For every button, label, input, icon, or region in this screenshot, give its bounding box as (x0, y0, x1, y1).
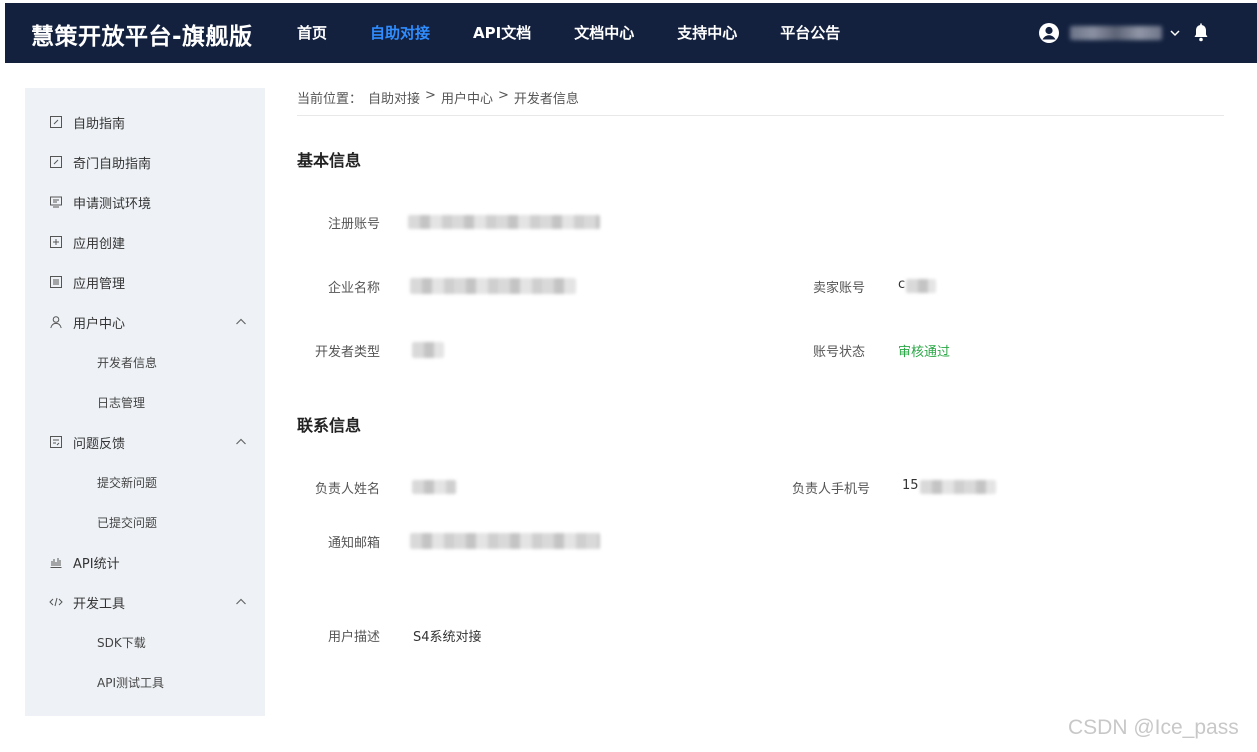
sidebar-subitem-label: API测试工具 (97, 675, 164, 690)
sidebar-item-label: API统计 (73, 556, 120, 572)
nav-home[interactable]: 首页 (297, 3, 327, 63)
sidebar-item-label: 奇门自助指南 (73, 156, 152, 172)
chevron-down-icon[interactable] (1168, 26, 1182, 40)
company-name-value-redacted (410, 278, 576, 294)
breadcrumb-separator: > (425, 88, 436, 103)
chevron-up-icon[interactable] (234, 315, 248, 329)
sidebar-item-user-center[interactable]: 用户中心 (25, 302, 265, 342)
sidebar-item-api-stats[interactable]: API统计 (25, 542, 265, 582)
user-avatar-icon[interactable] (1038, 22, 1060, 44)
sidebar-item-label: 应用创建 (73, 236, 126, 252)
owner-name-value-redacted (412, 480, 456, 494)
sidebar-item-app-manage[interactable]: 应用管理 (25, 262, 265, 302)
sidebar-item-developer-info[interactable]: 开发者信息 (25, 342, 265, 382)
nav-support-center[interactable]: 支持中心 (677, 3, 737, 63)
sidebar-item-qimen-guide[interactable]: 奇门自助指南 (25, 142, 265, 182)
seller-account-value: c (898, 277, 906, 292)
sidebar-subitem-label: 开发者信息 (97, 355, 158, 370)
register-account-value-redacted (408, 215, 600, 229)
description-label: 用户描述 (327, 630, 380, 645)
sidebar-item-label: 用户中心 (73, 316, 126, 332)
account-status-label: 账号状态 (812, 345, 865, 360)
monitor-icon (50, 196, 62, 208)
sidebar-item-label: 申请测试环境 (73, 196, 152, 212)
nav-doc-center[interactable]: 文档中心 (574, 3, 634, 63)
breadcrumb-user-center[interactable]: 用户中心 (441, 88, 493, 107)
sidebar-subitem-label: 提交新问题 (97, 475, 158, 490)
brand-title[interactable]: 慧策开放平台-旗舰版 (31, 17, 253, 51)
sidebar-item-log-manage[interactable]: 日志管理 (25, 382, 265, 422)
sidebar-item-label: 自助指南 (73, 116, 126, 132)
description-value: S4系统对接 (413, 630, 482, 645)
sidebar-item-dev-tools[interactable]: 开发工具 (25, 582, 265, 622)
top-navigation-bar: 慧策开放平台-旗舰版 首页 自助对接 API文档 文档中心 支持中心 平台公告 (5, 3, 1257, 63)
sidebar-item-label: 开发工具 (73, 596, 126, 612)
sidebar-item-sdk-download[interactable]: SDK下载 (25, 622, 265, 662)
bar-chart-icon (50, 558, 62, 568)
code-icon (49, 597, 63, 607)
developer-type-label: 开发者类型 (314, 345, 380, 360)
watermark-text: CSDN @Ice_pass (1068, 716, 1239, 739)
company-name-label: 企业名称 (327, 281, 380, 296)
nav-announcements[interactable]: 平台公告 (780, 3, 840, 63)
edit-square-icon (50, 116, 62, 128)
username-redacted[interactable] (1070, 26, 1162, 40)
nav-api-docs[interactable]: API文档 (473, 3, 531, 63)
feedback-icon (50, 436, 62, 448)
sidebar-item-submit-issue[interactable]: 提交新问题 (25, 462, 265, 502)
main-nav: 首页 自助对接 API文档 文档中心 支持中心 平台公告 (297, 3, 883, 63)
developer-type-value-redacted (412, 342, 444, 358)
user-menu[interactable] (1038, 19, 1210, 47)
edit-square-icon (50, 156, 62, 168)
owner-phone-value: 15 (902, 478, 919, 493)
breadcrumb-current: 开发者信息 (513, 92, 579, 107)
seller-account-label: 卖家账号 (812, 281, 865, 296)
sidebar-item-feedback[interactable]: 问题反馈 (25, 422, 265, 462)
sidebar: 自助指南 奇门自助指南 申请测试环境 应用创建 应用管理 用户中心 开发者信息 … (25, 88, 265, 716)
sidebar-subitem-label: SDK下载 (97, 635, 146, 650)
list-square-icon (50, 276, 62, 288)
breadcrumb-prefix: 当前位置： (297, 92, 363, 107)
breadcrumb-separator: > (497, 88, 509, 103)
seller-account-value-redacted (906, 279, 936, 293)
sidebar-subitem-label: 已提交问题 (97, 515, 158, 530)
register-account-label: 注册账号 (327, 217, 380, 232)
account-status-value: 审核通过 (898, 345, 951, 360)
email-label: 通知邮箱 (327, 536, 380, 551)
breadcrumb: 当前位置： 自助对接 > 用户中心 > 开发者信息 (297, 88, 1224, 116)
owner-phone-label: 负责人手机号 (791, 482, 870, 497)
add-square-icon (50, 236, 62, 248)
sidebar-item-self-guide[interactable]: 自助指南 (25, 102, 265, 142)
basic-info-title: 基本信息 (297, 151, 362, 170)
nav-self-service[interactable]: 自助对接 (370, 3, 430, 63)
chevron-up-icon[interactable] (234, 435, 248, 449)
sidebar-item-submitted-issues[interactable]: 已提交问题 (25, 502, 265, 542)
user-icon (50, 316, 62, 329)
sidebar-item-api-test-tool[interactable]: API测试工具 (25, 662, 265, 702)
chevron-up-icon[interactable] (234, 595, 248, 609)
bell-icon[interactable] (1192, 23, 1210, 43)
sidebar-item-test-env[interactable]: 申请测试环境 (25, 182, 265, 222)
owner-phone-value-redacted (920, 480, 996, 494)
sidebar-item-label: 问题反馈 (73, 436, 126, 452)
sidebar-item-label: 应用管理 (73, 276, 126, 292)
sidebar-item-app-create[interactable]: 应用创建 (25, 222, 265, 262)
breadcrumb-self-service[interactable]: 自助对接 (368, 88, 420, 107)
owner-name-label: 负责人姓名 (314, 482, 380, 497)
email-value-redacted (410, 533, 600, 549)
contact-info-title: 联系信息 (297, 416, 362, 435)
sidebar-subitem-label: 日志管理 (97, 395, 146, 410)
